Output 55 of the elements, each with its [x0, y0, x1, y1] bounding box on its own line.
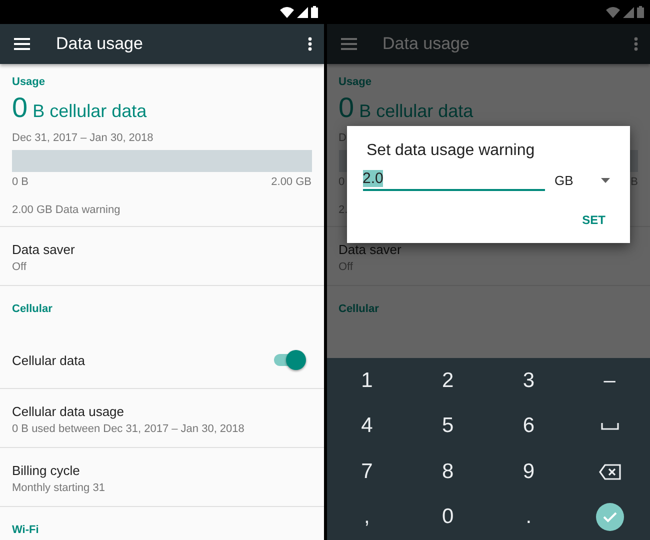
bar-start-label: 0 B	[12, 176, 29, 188]
setting-title: Data saver	[12, 242, 75, 256]
keyboard-key[interactable]: 1	[361, 368, 373, 393]
setting-row[interactable]: Cellular data usage 0 B used between Dec 31, 2017 – Jan 30, 2018	[0, 389, 324, 448]
setting-row[interactable]: Cellular data	[0, 326, 324, 389]
input-field[interactable]: 2.0	[362, 170, 544, 191]
signal-icon	[623, 6, 634, 18]
usage-unit: B cellular data	[359, 101, 474, 122]
space-key-icon[interactable]	[600, 422, 619, 430]
setting-title: Cellular data usage	[12, 404, 126, 418]
setting-title: Data saver	[338, 242, 402, 256]
signal-icon	[296, 6, 308, 18]
menu-icon[interactable]	[14, 38, 30, 50]
backspace-icon[interactable]	[598, 464, 621, 480]
dialog-title: Set data usage warning	[366, 142, 536, 160]
bar-end-label: 2.00 GB	[271, 176, 312, 188]
keyboard-key[interactable]: 8	[442, 460, 454, 484]
keyboard-key[interactable]: 6	[522, 414, 535, 438]
keyboard-key[interactable]: 2	[442, 368, 454, 393]
keyboard-key[interactable]: ,	[364, 505, 370, 530]
dropdown-caret-icon	[601, 178, 610, 183]
keyboard-key[interactable]: 0	[442, 505, 454, 530]
setting-title: Cellular data	[12, 352, 85, 368]
setting-row[interactable]: Billing cycle Monthly starting 31	[0, 448, 324, 507]
keyboard-key[interactable]: –	[604, 368, 616, 393]
category-header: Wi-Fi	[12, 524, 39, 536]
data-warning-text: 2.00 GB Data warning	[12, 204, 122, 216]
more-options-icon[interactable]	[308, 37, 312, 51]
usage-unit: B cellular data	[32, 101, 147, 122]
section-header: Usage	[12, 76, 46, 88]
keyboard-key[interactable]: 9	[522, 460, 535, 484]
usage-amount: 0	[338, 92, 354, 124]
wifi-icon	[606, 6, 620, 18]
keyboard-key[interactable]: 7	[361, 460, 373, 484]
category-header: Cellular	[12, 303, 52, 315]
battery-icon	[310, 6, 318, 18]
setting-summary: Monthly starting 31	[12, 482, 105, 494]
keyboard-key[interactable]: .	[526, 505, 532, 530]
setting-summary: Off	[12, 260, 28, 272]
setting-summary: 0 B used between Dec 31, 2017 – Jan 30, 2018	[12, 422, 244, 434]
section-header: Usage	[338, 76, 373, 88]
keyboard-key[interactable]: 4	[361, 414, 373, 438]
app-bar-title: Data usage	[56, 34, 144, 54]
check-button-icon[interactable]	[596, 503, 624, 532]
unit-dropdown[interactable]: GB	[554, 173, 610, 188]
keyboard-key[interactable]: 3	[522, 368, 535, 393]
setting-row[interactable]: Data saver Off	[0, 227, 324, 286]
setting-title: Billing cycle	[12, 462, 81, 478]
app-bar-title: Data usage	[382, 34, 470, 54]
date-range: Dec 31, 2017 – Jan 30, 2018	[12, 132, 154, 144]
battery-icon	[637, 6, 644, 18]
wifi-icon	[280, 6, 294, 18]
category-header: Cellular	[338, 303, 379, 315]
keyboard-key[interactable]: 5	[442, 414, 454, 438]
usage-amount: 0	[12, 92, 28, 124]
